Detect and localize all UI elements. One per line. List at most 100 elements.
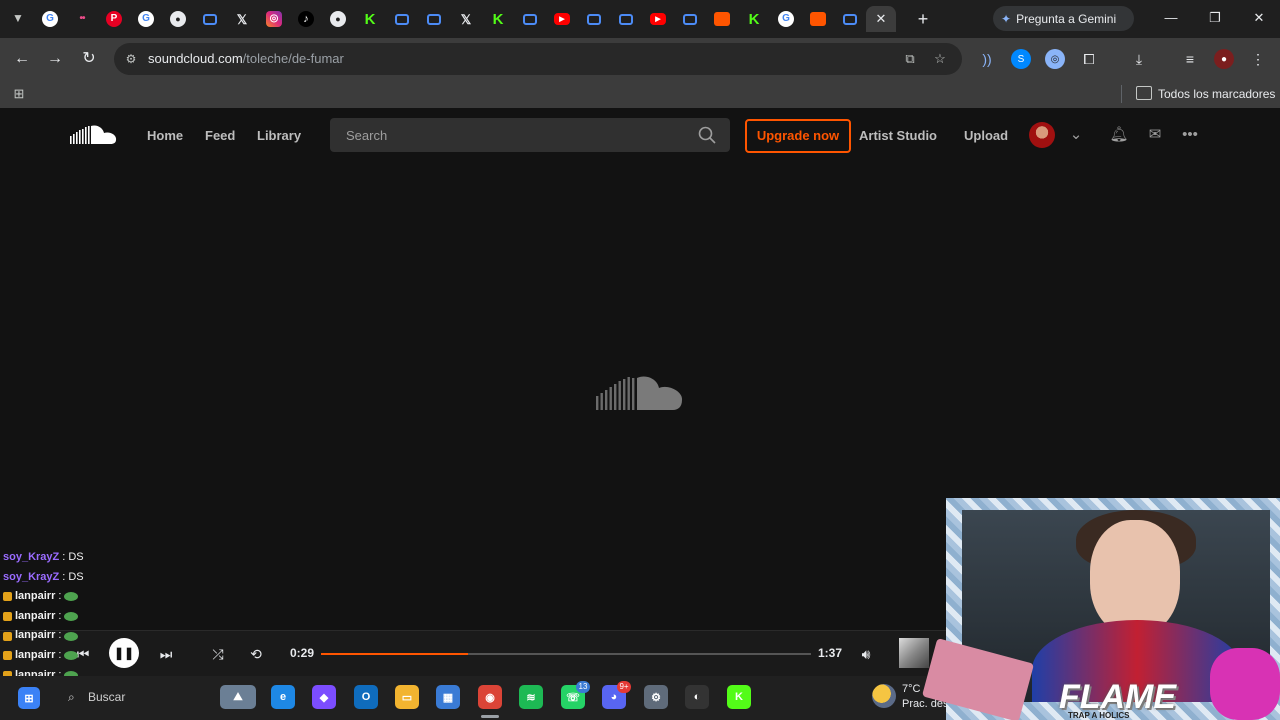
- settings-icon[interactable]: ⚙: [644, 685, 668, 709]
- pepe-emote-icon: [64, 651, 79, 661]
- upload-link[interactable]: Upload: [964, 128, 1008, 143]
- extensions-puzzle-icon[interactable]: ⧠: [1079, 49, 1099, 69]
- tab[interactable]: [610, 6, 642, 32]
- soundcloud-tab-icon: [810, 12, 826, 26]
- forward-arrow-icon[interactable]: →: [44, 48, 66, 70]
- url-path: /toleche/de-fumar: [242, 51, 344, 66]
- chrome-menu-icon[interactable]: ⋮: [1248, 49, 1268, 69]
- tab[interactable]: [194, 6, 226, 32]
- kick-app-icon[interactable]: K: [727, 685, 751, 709]
- progress-track[interactable]: [321, 653, 811, 655]
- tab[interactable]: [418, 6, 450, 32]
- copilot-icon[interactable]: ◆: [312, 685, 336, 709]
- chat-username: lanpairr: [15, 609, 56, 622]
- tab[interactable]: K: [354, 6, 386, 32]
- tab[interactable]: 𝕏: [226, 6, 258, 32]
- tab[interactable]: G: [770, 6, 802, 32]
- tab[interactable]: K: [482, 6, 514, 32]
- active-tab[interactable]: ✕: [866, 6, 896, 32]
- restore-icon[interactable]: ❐: [1202, 6, 1228, 30]
- spotify-icon[interactable]: ≋: [519, 685, 543, 709]
- media-control-icon[interactable]: ≡: [1180, 49, 1200, 69]
- soundcloud-logo-icon[interactable]: [70, 124, 118, 146]
- tab[interactable]: P: [98, 6, 130, 32]
- volume-icon[interactable]: 🔊︎: [854, 642, 878, 666]
- store-icon[interactable]: ▦: [436, 685, 460, 709]
- chat-colon: :: [62, 551, 66, 563]
- windows-start-icon[interactable]: ⊞: [18, 687, 40, 709]
- file-explorer-icon[interactable]: ▭: [395, 685, 419, 709]
- minimize-icon[interactable]: —: [1158, 6, 1184, 30]
- all-bookmarks-link[interactable]: Todos los marcadores: [1158, 87, 1275, 101]
- search-box: [330, 118, 730, 152]
- more-options-icon[interactable]: •••: [1180, 125, 1200, 145]
- install-app-icon[interactable]: ⧉: [901, 50, 919, 68]
- chrome-icon[interactable]: ◉: [478, 685, 502, 709]
- x-icon: 𝕏: [460, 11, 472, 27]
- reload-icon[interactable]: ↻: [78, 48, 100, 70]
- tab[interactable]: K: [738, 6, 770, 32]
- apps-grid-icon[interactable]: ⊞: [11, 86, 27, 102]
- tab[interactable]: G: [130, 6, 162, 32]
- weather-icon[interactable]: [872, 684, 896, 708]
- outlook-icon[interactable]: O: [354, 685, 378, 709]
- close-window-icon[interactable]: ✕: [1246, 6, 1272, 30]
- nav-library-link[interactable]: Library: [257, 128, 301, 143]
- tab[interactable]: [386, 6, 418, 32]
- tab[interactable]: [578, 6, 610, 32]
- lens-extension-icon[interactable]: ◎: [1045, 49, 1065, 69]
- shazam-extension-icon[interactable]: S: [1011, 49, 1031, 69]
- chat-badge-icon: [3, 631, 12, 641]
- chat-message: lanpairr:: [3, 626, 303, 646]
- chat-text: DS: [68, 551, 84, 563]
- loading-soundcloud-icon: [596, 376, 683, 410]
- search-highlight-icon[interactable]: ⛰: [220, 685, 256, 709]
- tab[interactable]: ▶: [546, 6, 578, 32]
- nav-home-link[interactable]: Home: [147, 128, 183, 143]
- tab[interactable]: ♪: [290, 6, 322, 32]
- upgrade-now-button[interactable]: Upgrade now: [745, 119, 851, 153]
- url-host: soundcloud.com: [148, 51, 243, 66]
- tab[interactable]: [834, 6, 866, 32]
- tab-search-chevron-icon[interactable]: ▼: [8, 8, 28, 28]
- cast-waves-icon[interactable]: )): [977, 49, 997, 69]
- profile-avatar-icon[interactable]: ●: [1214, 49, 1234, 69]
- tab[interactable]: ●: [322, 6, 354, 32]
- messages-envelope-icon[interactable]: ✉: [1145, 125, 1165, 145]
- tab-strip: ▼ G •• P G ● 𝕏 ◎ ♪ ● K 𝕏 K ▶ ▶ K G ✕ + ✦ Pregunta a Gemi…: [0, 0, 1280, 38]
- artist-studio-link[interactable]: Artist Studio: [859, 128, 937, 143]
- tab[interactable]: ●: [162, 6, 194, 32]
- chat-text: DS: [68, 570, 84, 583]
- tab[interactable]: [802, 6, 834, 32]
- tab[interactable]: ••: [66, 6, 98, 32]
- chevron-down-icon[interactable]: ⌄: [1066, 125, 1086, 145]
- close-tab-icon[interactable]: ✕: [876, 11, 887, 27]
- taskbar-search[interactable]: ⌕ Buscar: [60, 686, 200, 708]
- track-artwork[interactable]: [899, 638, 929, 668]
- discord-badge: 9+: [617, 681, 631, 693]
- tab[interactable]: ◎: [258, 6, 290, 32]
- bookmark-star-icon[interactable]: ☆: [931, 50, 949, 68]
- nav-feed-link[interactable]: Feed: [205, 128, 235, 143]
- taskbar-search-label: Buscar: [88, 690, 126, 704]
- tab[interactable]: 𝕏: [450, 6, 482, 32]
- address-bar[interactable]: ⚙ soundcloud.com/toleche/de-fumar ⧉ ☆: [114, 43, 962, 75]
- gemini-button[interactable]: ✦ Pregunta a Gemini: [993, 6, 1134, 31]
- site-settings-icon[interactable]: ⚙: [122, 50, 140, 68]
- tab[interactable]: [674, 6, 706, 32]
- obs-icon[interactable]: ◐: [685, 685, 709, 709]
- tab[interactable]: ▶: [642, 6, 674, 32]
- tab[interactable]: G: [34, 6, 66, 32]
- edge-icon[interactable]: e: [271, 685, 295, 709]
- back-arrow-icon[interactable]: ←: [11, 48, 33, 70]
- chat-message: lanpairr:: [3, 607, 303, 627]
- new-tab-button[interactable]: +: [912, 8, 934, 30]
- user-avatar[interactable]: [1029, 122, 1055, 148]
- search-icon[interactable]: [698, 126, 716, 144]
- search-input[interactable]: [330, 118, 690, 152]
- downloads-icon[interactable]: ⤓: [1129, 49, 1149, 69]
- dots-icon: ••: [79, 13, 85, 24]
- tab[interactable]: [706, 6, 738, 32]
- tab[interactable]: [514, 6, 546, 32]
- notifications-bell-icon[interactable]: 🔔︎: [1109, 125, 1129, 145]
